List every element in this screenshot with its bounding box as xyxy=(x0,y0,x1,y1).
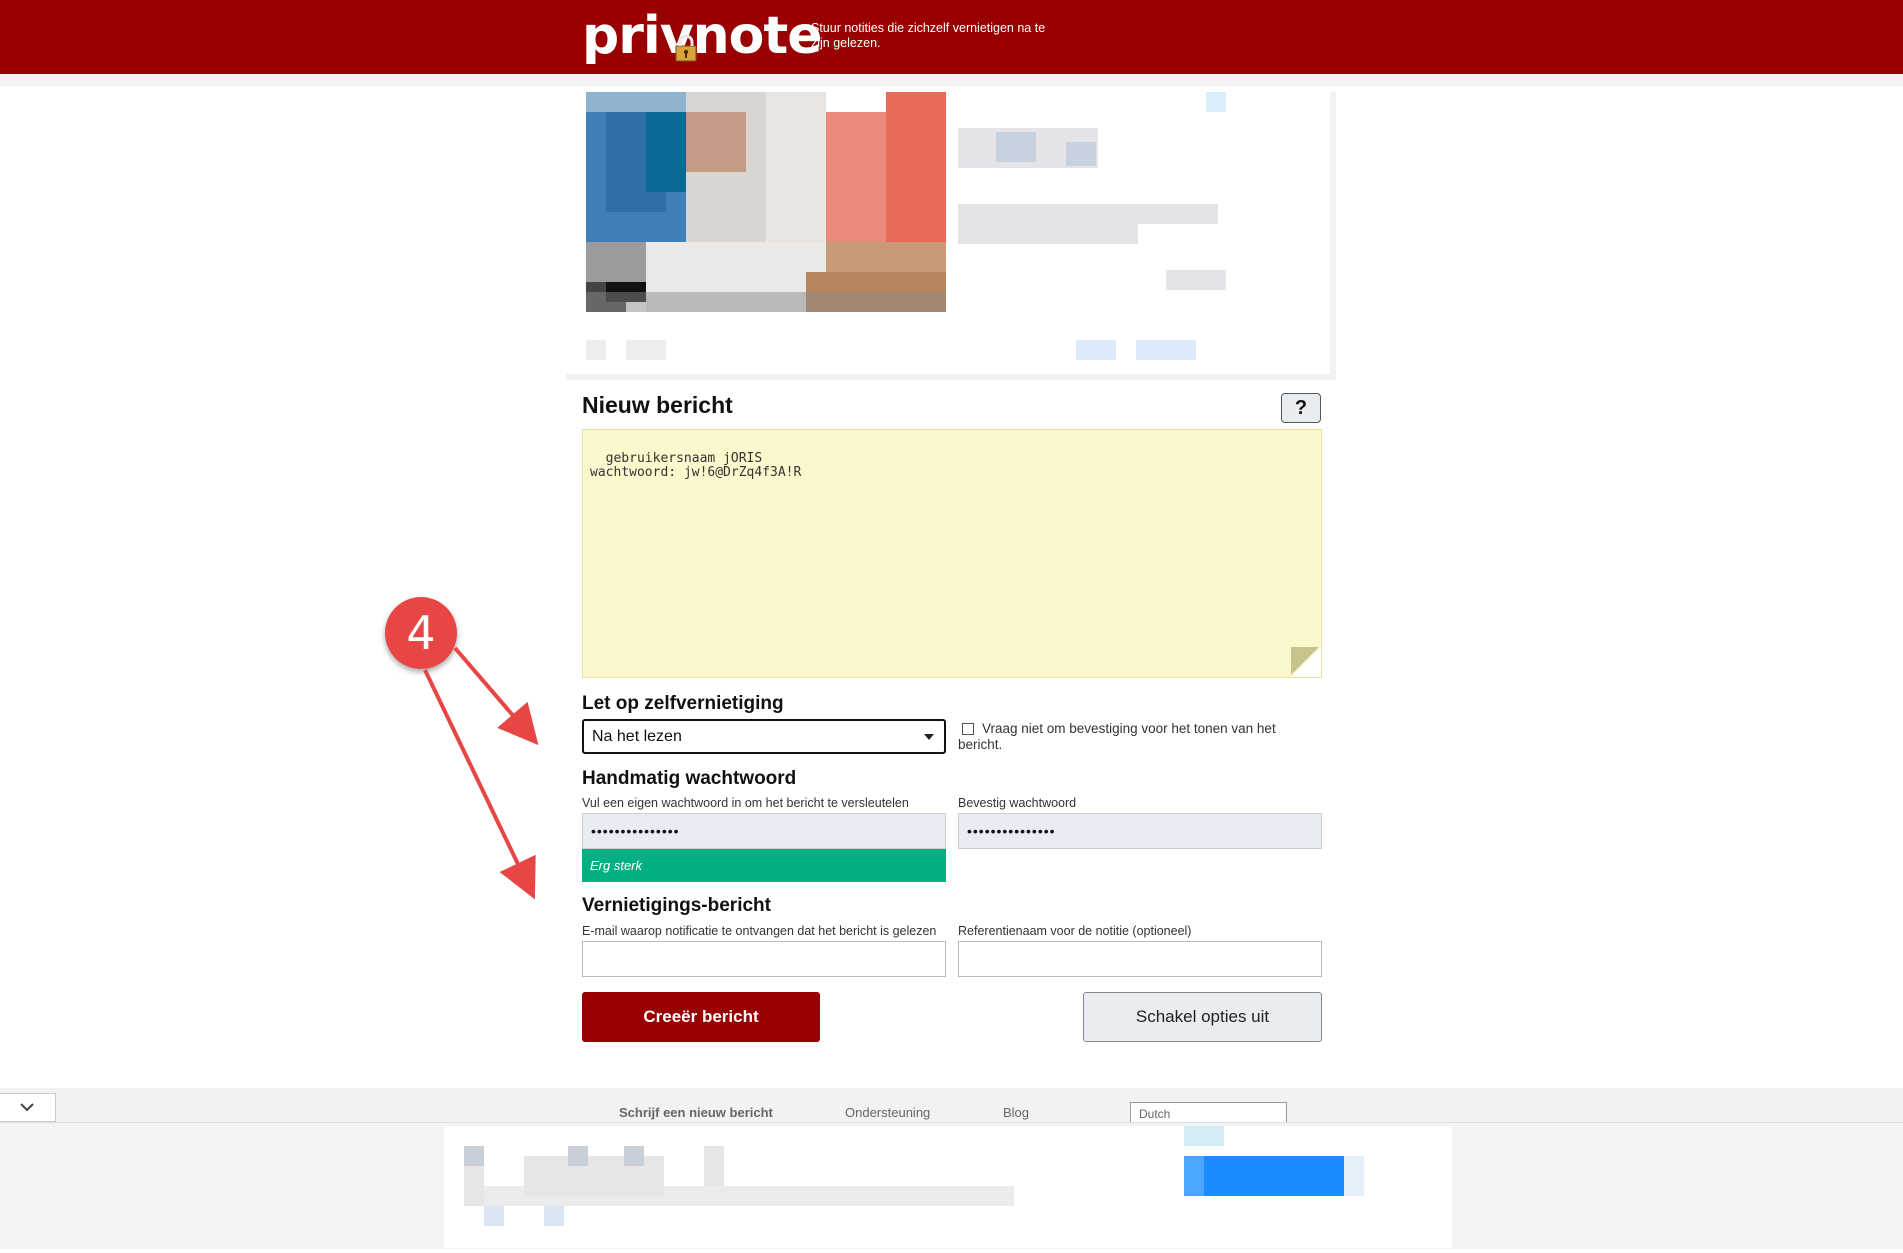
arrow-to-notify-section xyxy=(423,669,536,900)
annotation-arrows xyxy=(423,646,539,900)
arrow-to-destruction-select xyxy=(453,646,539,746)
